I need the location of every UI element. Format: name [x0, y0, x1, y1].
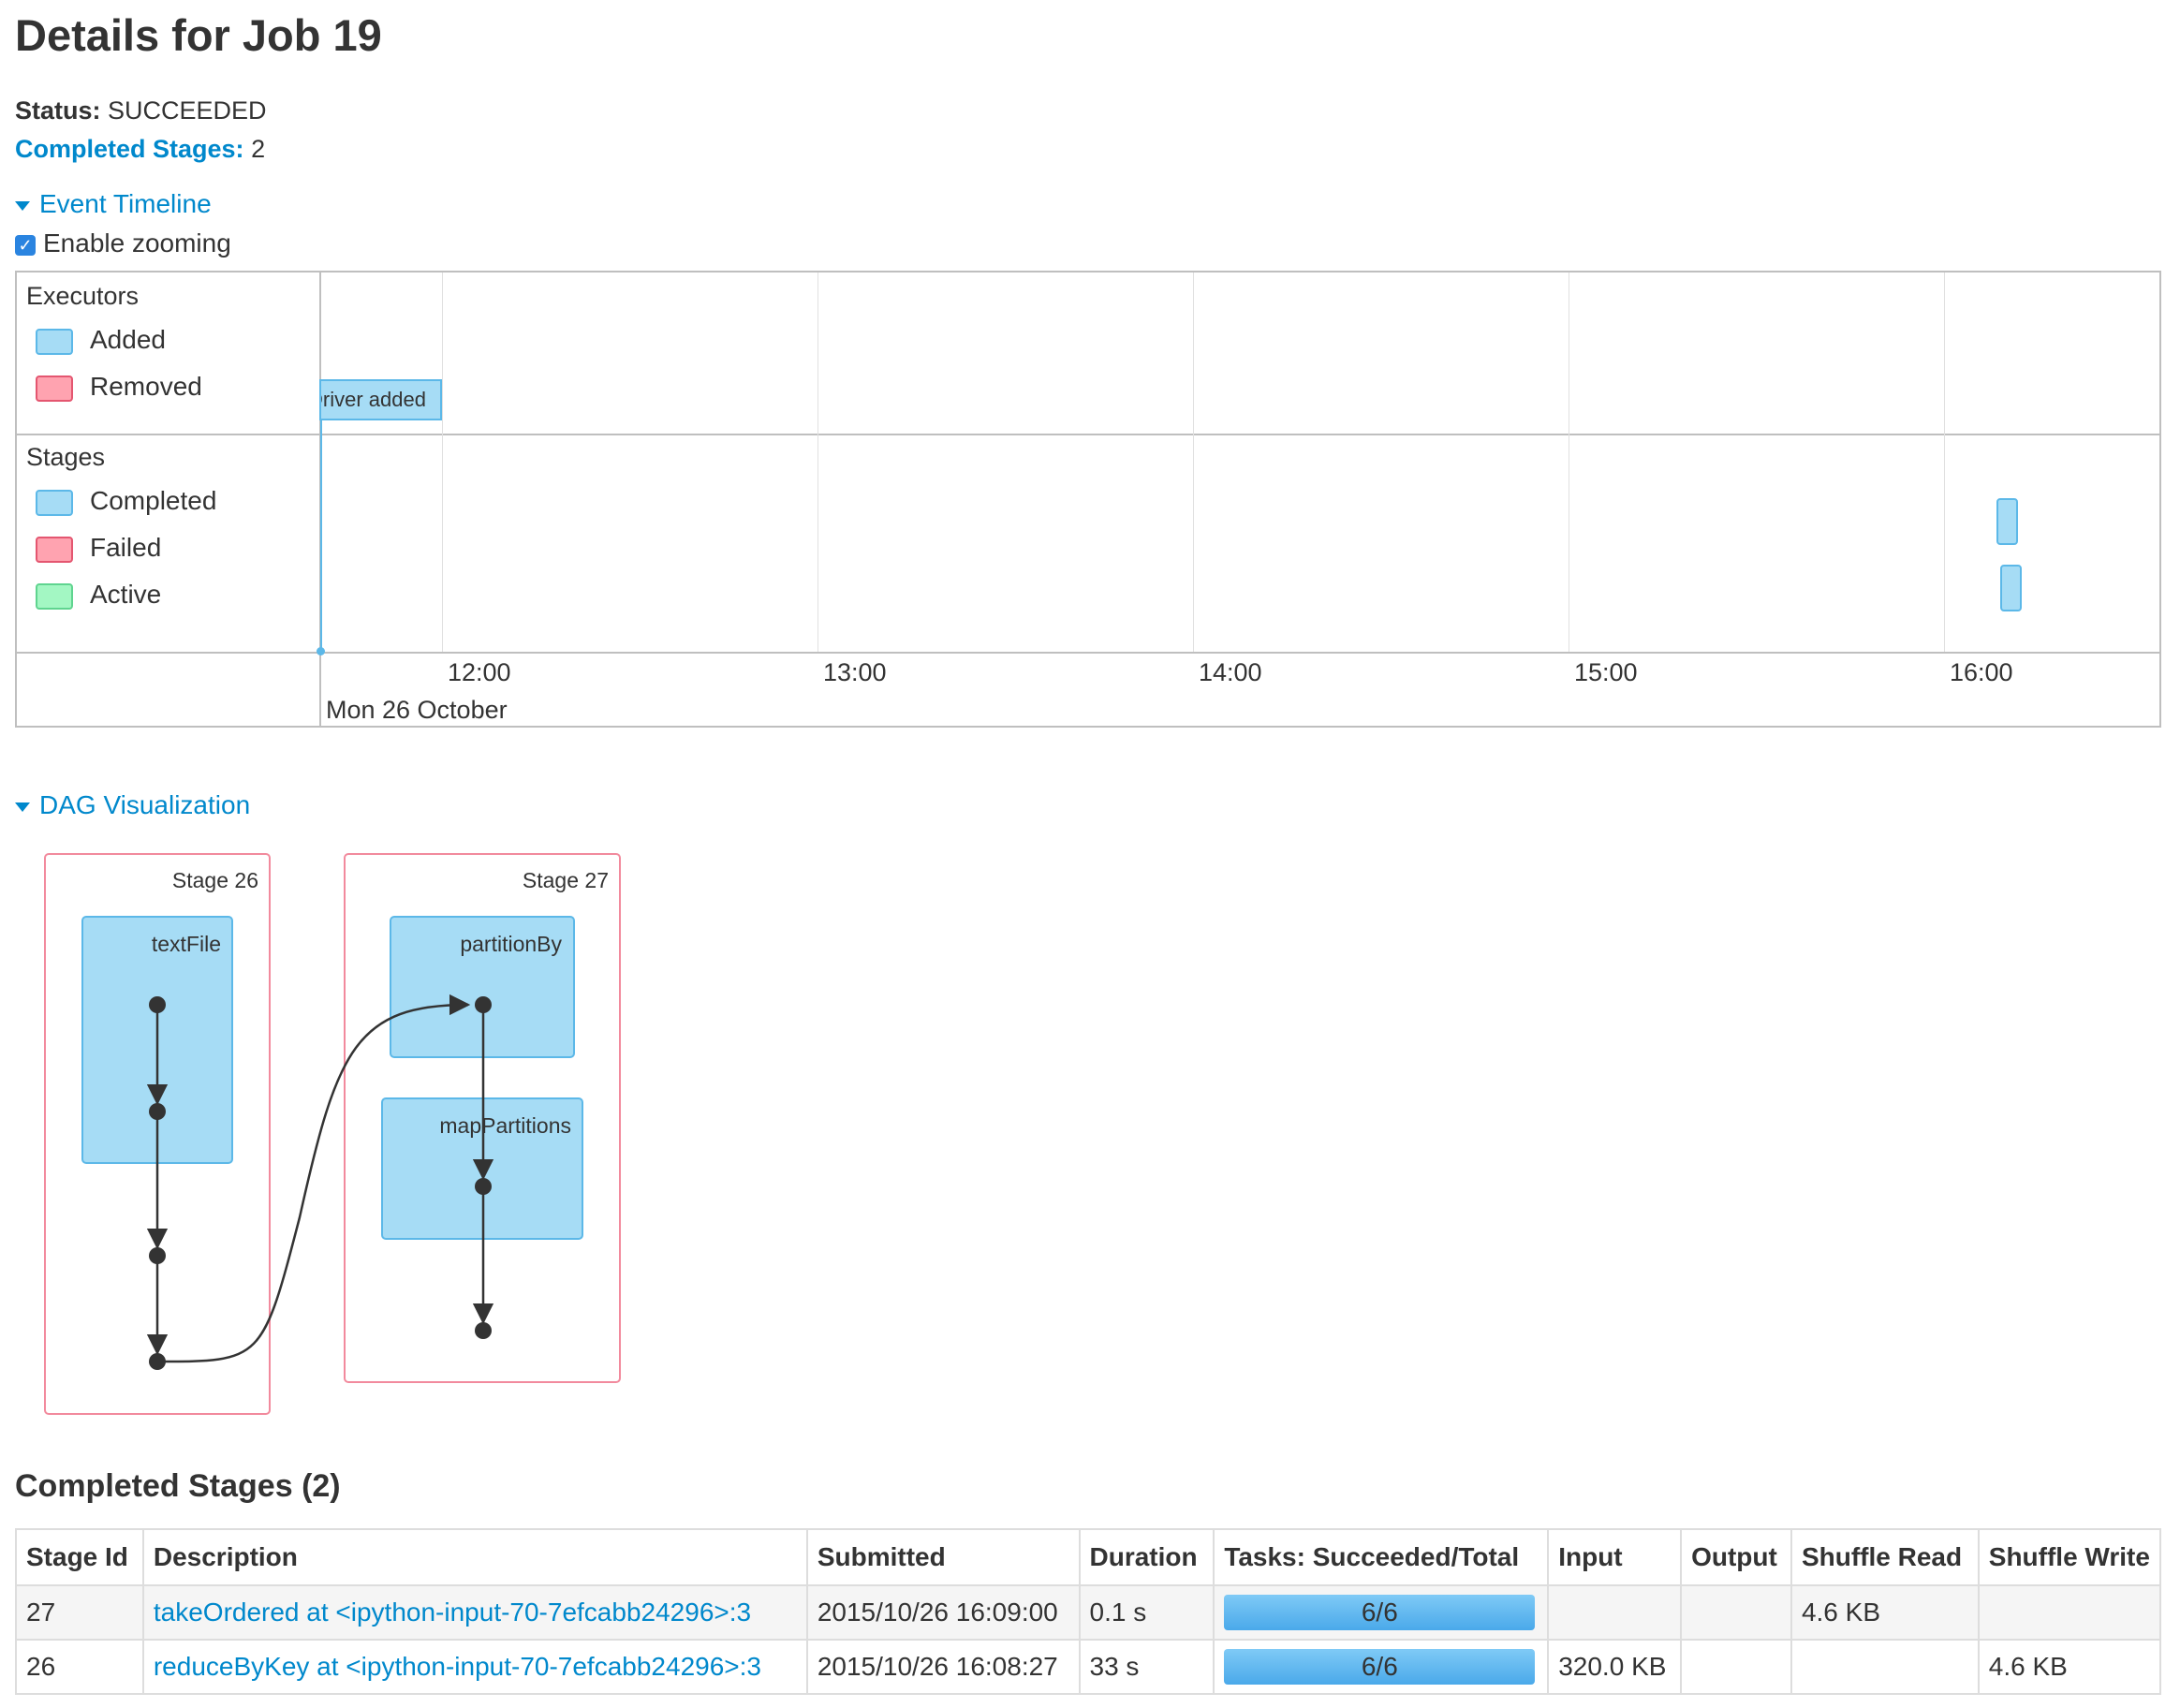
stage-id: 27	[15, 1584, 144, 1641]
stage-bar-27[interactable]	[2000, 565, 2022, 611]
tick-label: 16:00	[1950, 658, 2013, 686]
tasks-cell: 6/6	[1213, 1639, 1550, 1695]
description-cell: takeOrdered at <ipython-input-70-7efcabb…	[141, 1584, 808, 1641]
tick-label: 15:00	[1574, 658, 1638, 686]
duration: 0.1 s	[1078, 1584, 1215, 1641]
output	[1680, 1584, 1792, 1641]
stage-cluster-label: Stage 27	[523, 868, 609, 892]
table-row: 26 reduceByKey at <ipython-input-70-7efc…	[15, 1639, 2162, 1695]
stage-description-link[interactable]: reduceByKey at <ipython-input-70-7efcabb…	[154, 1652, 761, 1681]
stage-description-link[interactable]: takeOrdered at <ipython-input-70-7efcabb…	[154, 1598, 751, 1627]
col-output[interactable]: Output	[1680, 1528, 1792, 1586]
gridline	[1193, 272, 1194, 652]
tick-label: 14:00	[1199, 658, 1262, 686]
op-cluster-label: partitionBy	[460, 932, 562, 956]
tasks-cell: 6/6	[1213, 1584, 1550, 1641]
dag-node	[475, 996, 492, 1013]
table-header-row: Stage Id Description Submitted Duration …	[15, 1528, 2162, 1586]
op-cluster-label: textFile	[152, 932, 221, 956]
completed-stages-table: Stage Id Description Submitted Duration …	[15, 1528, 2162, 1695]
op-cluster-label: mapPartitions	[439, 1113, 571, 1138]
stage-bar-26[interactable]	[1996, 498, 2018, 545]
shuffle-write: 4.6 KB	[1977, 1639, 2162, 1695]
col-stage-id[interactable]: Stage Id	[15, 1528, 144, 1586]
table-row: 27 takeOrdered at <ipython-input-70-7efc…	[15, 1584, 2162, 1641]
dag-node	[475, 1322, 492, 1339]
dag-graph: Stage 26 textFile Stage 27 partitionBy m…	[44, 853, 621, 1415]
gridline	[1944, 272, 1945, 652]
dag-node	[149, 1247, 166, 1264]
submitted: 2015/10/26 16:09:00	[805, 1584, 1081, 1641]
stage-id: 26	[15, 1639, 144, 1695]
description-cell: reduceByKey at <ipython-input-70-7efcabb…	[141, 1639, 808, 1695]
shuffle-read	[1790, 1639, 1980, 1695]
col-tasks[interactable]: Tasks: Succeeded/Total	[1213, 1528, 1550, 1586]
input	[1547, 1584, 1683, 1641]
col-submitted[interactable]: Submitted	[805, 1528, 1081, 1586]
completed-stages-heading: Completed Stages (2)	[15, 1468, 341, 1504]
tasks-progress-bar: 6/6	[1224, 1595, 1536, 1630]
stage-cluster-label: Stage 26	[172, 868, 258, 892]
input: 320.0 KB	[1547, 1639, 1683, 1695]
col-shuffle-read[interactable]: Shuffle Read	[1790, 1528, 1980, 1586]
output	[1680, 1639, 1792, 1695]
col-description[interactable]: Description	[141, 1528, 808, 1586]
col-input[interactable]: Input	[1547, 1528, 1683, 1586]
submitted: 2015/10/26 16:08:27	[805, 1639, 1081, 1695]
duration: 33 s	[1078, 1639, 1215, 1695]
tick-label: 13:00	[823, 658, 887, 686]
tasks-progress-bar: 6/6	[1224, 1649, 1536, 1685]
shuffle-write	[1977, 1584, 2162, 1641]
dag-node	[149, 996, 166, 1013]
dag-node	[149, 1353, 166, 1370]
col-shuffle-write[interactable]: Shuffle Write	[1977, 1528, 2162, 1586]
dag-node	[149, 1103, 166, 1120]
shuffle-read: 4.6 KB	[1790, 1584, 1980, 1641]
dag-node	[475, 1178, 492, 1195]
col-duration[interactable]: Duration	[1078, 1528, 1215, 1586]
